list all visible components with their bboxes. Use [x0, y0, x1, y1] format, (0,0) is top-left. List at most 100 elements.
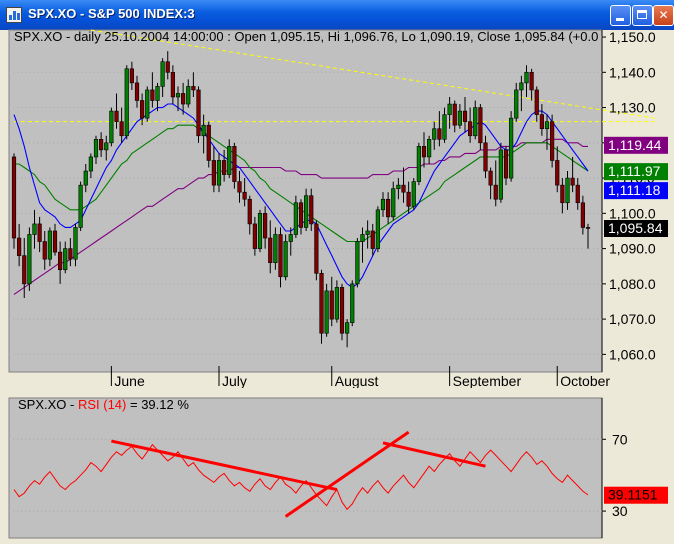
- candle-body: [109, 110, 114, 144]
- candle-body: [170, 72, 175, 98]
- chart-window: SPX.XO - S&P 500 INDEX:3 ✕ 1,060.0 1,070.…: [0, 0, 674, 544]
- candle[interactable]: [257, 209, 263, 253]
- candle[interactable]: [478, 104, 483, 150]
- candle-body: [345, 322, 350, 334]
- candle-body: [314, 223, 319, 274]
- candle-body: [140, 100, 145, 119]
- candle-body: [145, 89, 150, 119]
- candle-body: [555, 160, 560, 186]
- rsi-value-label: 39.1151: [608, 487, 658, 503]
- candle-body: [534, 89, 539, 115]
- candle[interactable]: [232, 142, 237, 189]
- price-ytick-label: 1,130.0: [609, 100, 656, 116]
- candle[interactable]: [145, 86, 150, 122]
- candle-body: [560, 184, 565, 204]
- candle-body: [309, 195, 314, 225]
- candle-body: [355, 241, 360, 285]
- candle-body: [232, 146, 237, 182]
- candle[interactable]: [509, 111, 514, 182]
- candle-body: [93, 138, 99, 158]
- candle[interactable]: [11, 153, 17, 249]
- candle[interactable]: [78, 181, 83, 231]
- candle[interactable]: [314, 220, 319, 281]
- candle-body: [68, 248, 73, 260]
- candle-body: [247, 198, 252, 225]
- price-ytick-label: 1,100.0: [609, 205, 656, 221]
- candle-body: [319, 272, 324, 334]
- candle[interactable]: [109, 107, 114, 147]
- candle-body: [462, 110, 468, 122]
- candle-body: [570, 177, 575, 186]
- price-value-label: 1,095.84: [608, 220, 663, 236]
- candle[interactable]: [124, 65, 129, 140]
- rsi-panel-header: SPX.XO - RSI (14) = 39.12 %: [18, 397, 189, 412]
- candle-body: [186, 86, 191, 105]
- candle-body: [17, 237, 22, 256]
- panel-divider[interactable]: [0, 388, 674, 396]
- candle-body: [370, 230, 375, 249]
- candle[interactable]: [355, 238, 360, 288]
- candle-body: [437, 128, 442, 140]
- candle-body: [73, 227, 78, 260]
- candle-body: [216, 160, 222, 186]
- candle-body: [447, 103, 452, 115]
- candle-body: [416, 146, 421, 182]
- candle-body: [160, 61, 165, 87]
- price-value-label: 1,111.18: [608, 182, 661, 198]
- rsi-header-prefix: SPX.XO -: [18, 397, 78, 412]
- candle-body: [442, 114, 447, 140]
- candle-body: [457, 110, 462, 126]
- candle-body: [211, 160, 216, 186]
- candle-body: [27, 234, 32, 285]
- candle[interactable]: [375, 206, 380, 253]
- price-ytick-label: 1,140.0: [609, 64, 656, 80]
- candle[interactable]: [206, 121, 211, 168]
- candle-body: [257, 213, 263, 249]
- candle-body: [575, 184, 580, 204]
- candle-body: [550, 121, 555, 161]
- candle-body: [514, 89, 519, 119]
- candle[interactable]: [319, 269, 324, 344]
- rsi-header-indicator: RSI (14): [78, 397, 126, 412]
- candle-body: [278, 234, 283, 278]
- candle-body: [104, 142, 109, 151]
- candle-body: [273, 234, 278, 264]
- rsi-ytick-label: 70: [612, 431, 628, 447]
- candle-body: [181, 93, 186, 105]
- candle[interactable]: [196, 86, 201, 143]
- candle-body: [493, 184, 498, 200]
- candle-body: [360, 234, 365, 242]
- candle-body: [421, 146, 427, 158]
- candle-body: [32, 223, 37, 235]
- candle[interactable]: [550, 114, 555, 168]
- candle[interactable]: [339, 283, 345, 341]
- candle[interactable]: [350, 280, 355, 327]
- candle-body: [263, 213, 268, 239]
- candle[interactable]: [416, 142, 421, 186]
- candle-body: [134, 82, 140, 101]
- candle[interactable]: [324, 283, 329, 337]
- candle[interactable]: [283, 234, 288, 281]
- candle-body: [155, 86, 160, 101]
- month-label: September: [453, 373, 522, 389]
- candle-body: [83, 170, 88, 186]
- candle-body: [406, 191, 411, 207]
- price-ytick-label: 1,060.0: [609, 346, 656, 362]
- candle-body: [509, 117, 514, 179]
- candle-body: [78, 184, 83, 228]
- month-label: June: [114, 373, 145, 389]
- candle[interactable]: [411, 178, 416, 210]
- candle-body: [427, 138, 432, 158]
- price-value-label: 1,119.44: [608, 137, 662, 153]
- candle[interactable]: [27, 227, 32, 291]
- price-ytick-label: 1,090.0: [609, 241, 656, 257]
- candle-body: [175, 93, 181, 98]
- candle-body: [503, 149, 509, 179]
- candle-body: [324, 290, 329, 334]
- candle-body: [483, 142, 488, 172]
- candle[interactable]: [498, 142, 503, 203]
- candle-body: [242, 191, 247, 200]
- month-label: July: [222, 373, 247, 389]
- price-ytick-label: 1,150.0: [609, 29, 656, 45]
- candle-body: [350, 283, 355, 323]
